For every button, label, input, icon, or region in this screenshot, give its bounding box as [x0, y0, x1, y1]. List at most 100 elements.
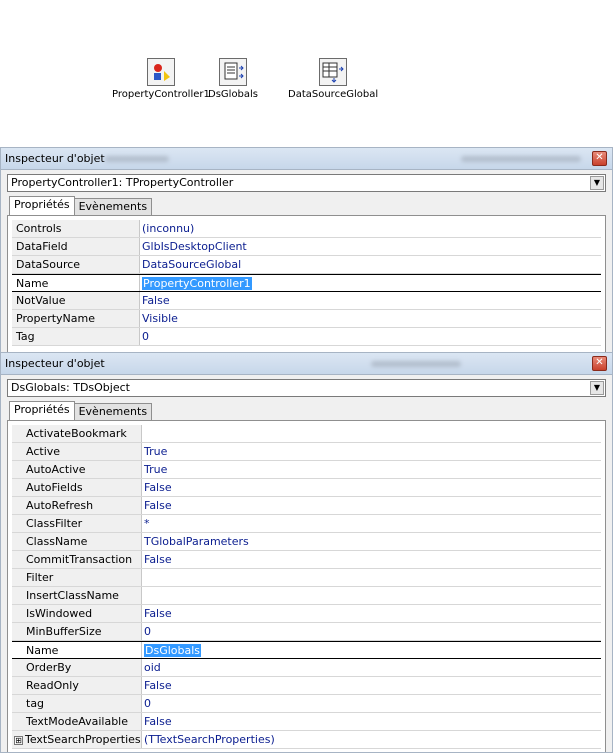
dataset-icon: [219, 58, 248, 86]
property-name: ActivateBookmark: [12, 425, 142, 442]
object-selector-value: PropertyController1: TPropertyController: [11, 176, 234, 189]
inspector-tabs: Propriétés Evènements: [9, 401, 606, 420]
property-name: Controls: [12, 220, 140, 237]
property-name: DataSource: [12, 256, 140, 273]
property-row[interactable]: Tag 0: [12, 328, 601, 346]
property-value[interactable]: False: [142, 713, 601, 730]
property-value[interactable]: False: [142, 479, 601, 496]
close-button[interactable]: ✕: [592, 356, 607, 371]
property-row-selected[interactable]: Name DsGlobals: [12, 641, 601, 659]
dropdown-button[interactable]: ▼: [590, 176, 604, 190]
property-value-edit[interactable]: DsGlobals: [142, 642, 601, 658]
property-name: ClassName: [12, 533, 142, 550]
property-row-selected[interactable]: Name PropertyController1: [12, 274, 601, 292]
property-grid: Controls (inconnu) DataField GlbIsDeskto…: [7, 215, 606, 352]
property-name: TextModeAvailable: [12, 713, 142, 730]
tab-events[interactable]: Evènements: [73, 403, 153, 420]
close-button[interactable]: ✕: [592, 151, 607, 166]
property-value[interactable]: False: [142, 497, 601, 514]
datasource-icon: [319, 58, 348, 86]
inspector-titlebar[interactable]: Inspecteur d'objet ✕: [1, 148, 612, 170]
component-label: DsGlobals: [208, 89, 259, 100]
property-value[interactable]: 0: [140, 328, 601, 345]
property-value[interactable]: False: [142, 605, 601, 622]
property-value[interactable]: False: [142, 677, 601, 694]
property-row[interactable]: AutoActive True: [12, 461, 601, 479]
property-name: OrderBy: [12, 659, 142, 676]
property-value[interactable]: True: [142, 461, 601, 478]
component-propertycontroller1[interactable]: PropertyController1: [112, 58, 210, 100]
property-value[interactable]: Visible: [140, 310, 601, 327]
component-dsglobals[interactable]: DsGlobals: [208, 58, 258, 100]
tab-events[interactable]: Evènements: [73, 198, 153, 215]
property-row[interactable]: MinBufferSize 0: [12, 623, 601, 641]
tab-properties[interactable]: Propriétés: [9, 401, 75, 420]
property-name: Name: [12, 642, 142, 658]
property-value[interactable]: 0: [142, 695, 601, 712]
property-name: MinBufferSize: [12, 623, 142, 640]
property-value[interactable]: DataSourceGlobal: [140, 256, 601, 273]
property-value[interactable]: (TTextSearchProperties): [142, 731, 601, 748]
component-label: PropertyController1: [112, 89, 210, 100]
property-row[interactable]: IsWindowed False: [12, 605, 601, 623]
property-value[interactable]: 0: [142, 623, 601, 640]
property-name: Active: [12, 443, 142, 460]
property-name: CommitTransaction: [12, 551, 142, 568]
property-name: Tag: [12, 328, 140, 345]
chevron-down-icon: ▼: [593, 383, 601, 392]
property-row[interactable]: ReadOnly False: [12, 677, 601, 695]
property-row[interactable]: PropertyName Visible: [12, 310, 601, 328]
property-value[interactable]: True: [142, 443, 601, 460]
property-value[interactable]: oid: [142, 659, 601, 676]
property-row[interactable]: InsertClassName: [12, 587, 601, 605]
property-value[interactable]: False: [140, 292, 601, 309]
expand-icon[interactable]: ⊞: [14, 736, 23, 745]
property-controller-icon: [146, 58, 175, 86]
property-row[interactable]: Controls (inconnu): [12, 220, 601, 238]
selected-value: DsGlobals: [144, 644, 202, 657]
window-title: Inspecteur d'objet: [5, 357, 105, 370]
property-value[interactable]: [142, 587, 601, 604]
property-row[interactable]: TextModeAvailable False: [12, 713, 601, 731]
property-row[interactable]: CommitTransaction False: [12, 551, 601, 569]
window-title: Inspecteur d'objet: [5, 152, 105, 165]
object-inspector-2: Inspecteur d'objet ✕ DsGlobals: TDsObjec…: [0, 352, 613, 753]
property-name: Filter: [12, 569, 142, 586]
property-name: IsWindowed: [12, 605, 142, 622]
chevron-down-icon: ▼: [593, 178, 601, 187]
property-row[interactable]: DataSource DataSourceGlobal: [12, 256, 601, 274]
property-value[interactable]: *: [142, 515, 601, 532]
property-value[interactable]: TGlobalParameters: [142, 533, 601, 550]
dropdown-button[interactable]: ▼: [590, 381, 604, 395]
property-row[interactable]: tag 0: [12, 695, 601, 713]
property-row[interactable]: OrderBy oid: [12, 659, 601, 677]
property-name: PropertyName: [12, 310, 140, 327]
property-row[interactable]: Filter: [12, 569, 601, 587]
property-name-text: TextSearchProperties: [25, 733, 141, 746]
property-row[interactable]: ClassFilter *: [12, 515, 601, 533]
property-grid: ActivateBookmark Active True AutoActive Tr…: [7, 420, 606, 752]
property-row[interactable]: ClassName TGlobalParameters: [12, 533, 601, 551]
component-datasourceglobal[interactable]: DataSourceGlobal: [288, 58, 378, 100]
property-value[interactable]: (inconnu): [140, 220, 601, 237]
property-name: ReadOnly: [12, 677, 142, 694]
property-row[interactable]: ActivateBookmark: [12, 425, 601, 443]
property-value[interactable]: [142, 425, 601, 442]
inspector-titlebar[interactable]: Inspecteur d'objet ✕: [1, 353, 612, 375]
object-selector[interactable]: PropertyController1: TPropertyController…: [7, 174, 606, 192]
property-row[interactable]: AutoFields False: [12, 479, 601, 497]
property-name: DataField: [12, 238, 140, 255]
form-designer: PropertyController1 DsGlobals DataSource…: [0, 0, 613, 150]
property-value-edit[interactable]: PropertyController1: [140, 275, 601, 291]
property-value[interactable]: [142, 569, 601, 586]
tab-properties[interactable]: Propriétés: [9, 196, 75, 215]
property-row[interactable]: Active True: [12, 443, 601, 461]
property-row[interactable]: ⊞ TextSearchProperties (TTextSearchProper…: [12, 731, 601, 749]
property-row[interactable]: AutoRefresh False: [12, 497, 601, 515]
property-value[interactable]: False: [142, 551, 601, 568]
object-selector[interactable]: DsGlobals: TDsObject ▼: [7, 379, 606, 397]
selected-value: PropertyController1: [142, 277, 252, 290]
property-row[interactable]: NotValue False: [12, 292, 601, 310]
property-value[interactable]: GlbIsDesktopClient: [140, 238, 601, 255]
property-row[interactable]: DataField GlbIsDesktopClient: [12, 238, 601, 256]
